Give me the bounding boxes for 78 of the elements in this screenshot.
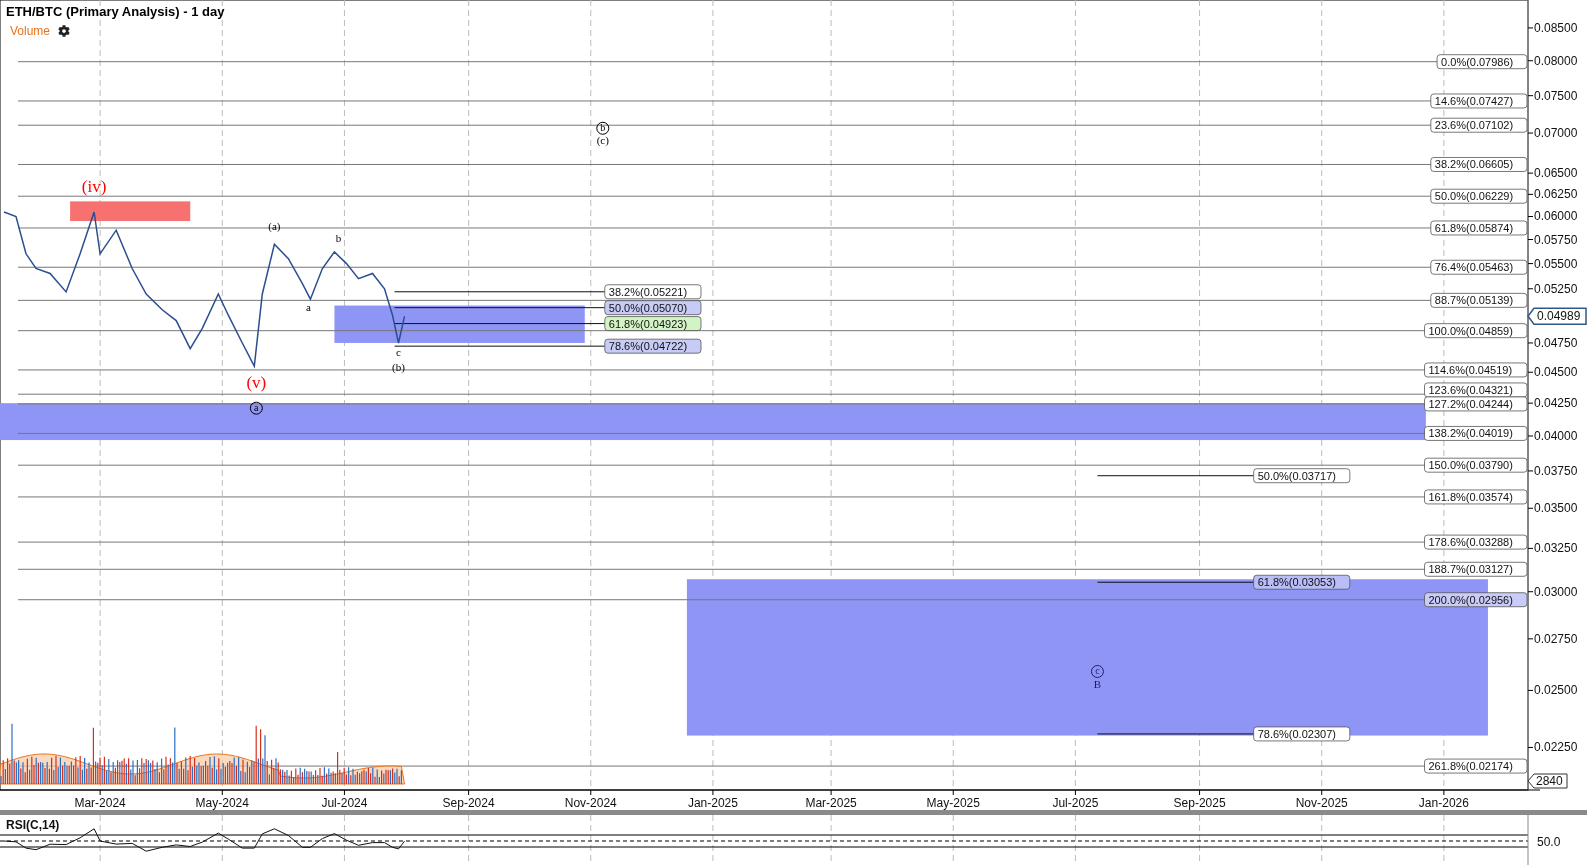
price-axis-label: 0.02250 xyxy=(1534,740,1578,755)
fib-level-label: 50.0%(0.05070) xyxy=(604,300,702,316)
date-axis-label: Jul-2024 xyxy=(321,796,368,810)
date-axis-label: Sep-2024 xyxy=(442,796,495,810)
indicator-label: RSI(C,14) xyxy=(6,818,60,832)
fib-level-label: 23.6%(0.07102) xyxy=(1430,117,1528,133)
price-tag: 0.04989 xyxy=(1527,307,1587,325)
wave-label: B xyxy=(1093,678,1102,691)
fib-level-label: 88.7%(0.05139) xyxy=(1430,292,1528,308)
wave-label: a xyxy=(305,300,311,313)
fib-level-label: 188.7%(0.03127) xyxy=(1424,561,1528,577)
price-axis-label: 0.06500 xyxy=(1534,166,1578,181)
fib-level-label: 138.2%(0.04019) xyxy=(1424,426,1528,441)
fib-level-label: 100.0%(0.04859) xyxy=(1424,323,1528,339)
price-axis-label: 0.03000 xyxy=(1534,584,1578,599)
price-axis-label: 0.05250 xyxy=(1534,281,1578,296)
date-axis-label: May-2025 xyxy=(926,796,980,810)
date-axis-label: Nov-2025 xyxy=(1295,796,1348,810)
wave-label: (a) xyxy=(268,220,281,233)
fib-level-label: 61.8%(0.05874) xyxy=(1430,220,1528,236)
price-axis-label: 0.08000 xyxy=(1534,53,1578,68)
wave-label: (c) xyxy=(596,133,609,146)
price-axis-label: 0.03250 xyxy=(1534,541,1578,556)
price-axis-label: 0.03750 xyxy=(1534,463,1578,478)
price-axis-label: 0.05500 xyxy=(1534,256,1578,271)
fib-level-label: 127.2%(0.04244) xyxy=(1424,396,1528,412)
fib-level-label: 78.6%(0.04722) xyxy=(604,338,702,354)
date-axis-label: Sep-2025 xyxy=(1173,796,1226,810)
fib-level-label: 14.6%(0.07427) xyxy=(1430,93,1528,109)
fib-level-label: 150.0%(0.03790) xyxy=(1424,457,1528,473)
date-axis-label: May-2024 xyxy=(195,796,249,810)
fib-level-label: 0.0%(0.07986) xyxy=(1436,54,1528,70)
price-axis-label: 0.07000 xyxy=(1534,126,1578,141)
wave-label: (iv) xyxy=(81,176,107,196)
price-axis-label: 0.04750 xyxy=(1534,335,1578,350)
fib-level-label: 78.6%(0.02307) xyxy=(1253,726,1351,742)
price-axis-label: 0.07500 xyxy=(1534,88,1578,103)
volume-tag: 2840 xyxy=(1527,773,1568,789)
fib-level-label: 200.0%(0.02956) xyxy=(1424,592,1528,608)
chart-title: ETH/BTC (Primary Analysis) - 1 day xyxy=(6,3,225,21)
price-axis-label: 0.06000 xyxy=(1534,209,1578,224)
price-axis-label: 0.04500 xyxy=(1534,365,1578,380)
indicator-label: Volume xyxy=(10,22,51,40)
price-axis-label: 0.03500 xyxy=(1534,501,1578,516)
fib-level-label: 261.8%(0.02174) xyxy=(1424,758,1528,774)
date-axis-label: Mar-2024 xyxy=(74,796,126,810)
date-axis-label: Jul-2025 xyxy=(1052,796,1099,810)
fib-level-label: 178.6%(0.03288) xyxy=(1424,534,1528,550)
fib-level-label: 38.2%(0.06605) xyxy=(1430,157,1528,172)
price-axis-label: 0.02750 xyxy=(1534,631,1578,646)
settings-icon[interactable] xyxy=(58,24,71,37)
circled-wave-label: c xyxy=(1090,665,1104,678)
fib-level-label: 114.6%(0.04519) xyxy=(1424,362,1528,378)
fib-level-label: 61.8%(0.03053) xyxy=(1253,574,1351,590)
fib-level-label: 38.2%(0.05221) xyxy=(604,284,702,300)
price-axis-label: 0.08500 xyxy=(1534,20,1578,35)
fib-level-label: 50.0%(0.06229) xyxy=(1430,188,1528,204)
wave-label: (v) xyxy=(246,373,267,393)
rsi-axis-label: 50.0 xyxy=(1537,835,1561,849)
date-axis-label: Mar-2025 xyxy=(805,796,857,810)
fib-level-label: 50.0%(0.03717) xyxy=(1253,468,1351,484)
date-axis-label: Nov-2024 xyxy=(564,796,617,810)
price-axis-label: 0.04000 xyxy=(1534,429,1578,443)
wave-label: (b) xyxy=(392,361,405,374)
price-axis-label: 0.02500 xyxy=(1534,683,1578,698)
fib-level-label: 61.8%(0.04923) xyxy=(604,316,702,331)
wave-label: c xyxy=(396,345,401,358)
price-axis-label: 0.05750 xyxy=(1534,232,1578,247)
date-axis-label: Jan-2025 xyxy=(687,796,738,810)
date-axis-label: Jan-2026 xyxy=(1418,796,1469,810)
circled-wave-label: a xyxy=(249,401,263,415)
fib-level-label: 76.4%(0.05463) xyxy=(1430,259,1528,275)
circled-wave-label: b xyxy=(596,121,610,135)
price-axis-label: 0.06250 xyxy=(1534,187,1578,202)
wave-label: b xyxy=(335,232,342,245)
fib-level-label: 161.8%(0.03574) xyxy=(1424,489,1528,505)
price-axis-label: 0.04250 xyxy=(1534,396,1578,411)
fib-level-label: 123.6%(0.04321) xyxy=(1424,382,1528,398)
